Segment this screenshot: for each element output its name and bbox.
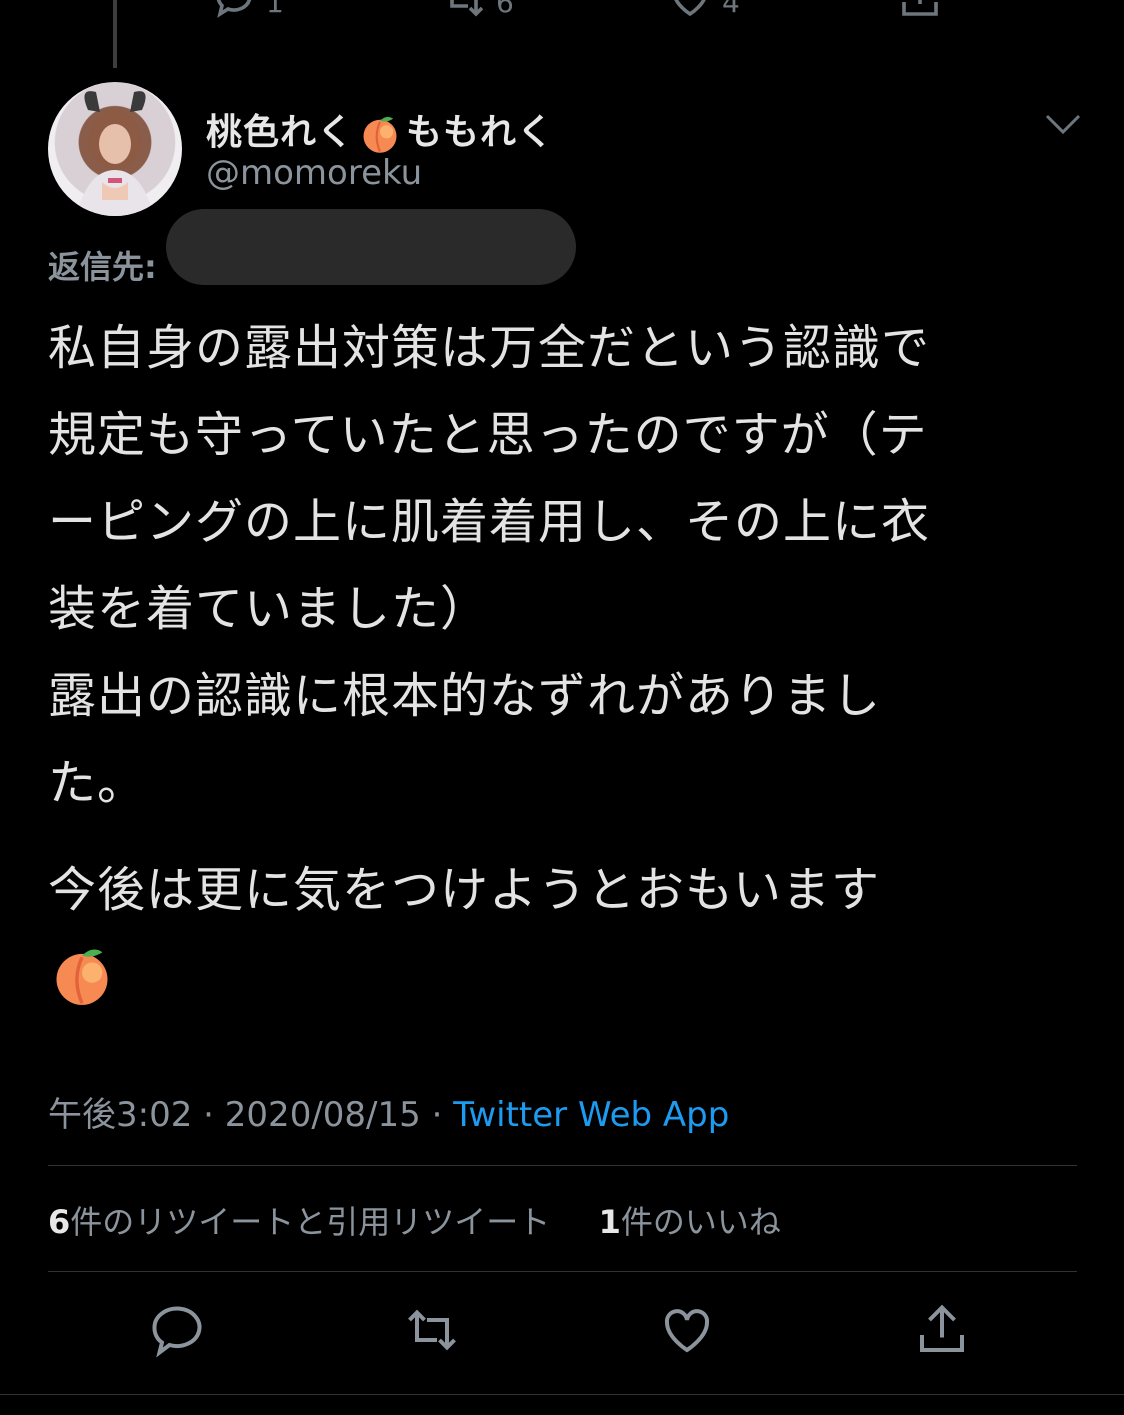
retweets-stat[interactable]: 6件のリツイートと引用リツイート — [48, 1203, 550, 1241]
tweet-paragraph-1: 私自身の露出対策は万全だという認識で 規定も守っていたと思ったのですが（テ ーピ… — [48, 305, 1078, 827]
tweet-stats: 6件のリツイートと引用リツイート 1件のいいね — [48, 1197, 781, 1243]
peach-emoji — [48, 934, 1078, 1021]
likes-stat[interactable]: 1件のいいね — [599, 1203, 781, 1241]
peach-emoji — [358, 112, 402, 156]
author-name[interactable]: 桃色れく ももれく — [206, 103, 554, 156]
reply-icon[interactable] — [147, 1300, 207, 1364]
divider — [0, 1394, 1124, 1395]
retweet-total: 6 — [48, 1203, 71, 1241]
avatar[interactable] — [48, 82, 182, 216]
display-name: 桃色れく — [206, 112, 355, 153]
divider — [48, 1271, 1077, 1272]
reply-to-label: 返信先: — [48, 248, 157, 286]
reply-icon[interactable] — [210, 0, 258, 26]
retweet-icon[interactable] — [440, 0, 488, 26]
tweet-line: 規定も守っていたと思ったのですが（テ — [48, 407, 928, 463]
like-total: 1 — [598, 1203, 621, 1241]
tweet-line: 私自身の露出対策は万全だという認識で — [48, 320, 931, 376]
tweet-paragraph-2: 今後は更に気をつけようとおもいます — [48, 847, 1078, 1021]
meta-separator: · — [203, 1095, 214, 1135]
display-name-suffix: ももれく — [406, 112, 555, 153]
retweet-count: 6 — [496, 0, 514, 19]
reply-count: 1 — [266, 0, 284, 19]
tweet-time: 午後3:02 — [48, 1095, 193, 1135]
retweet-icon[interactable] — [402, 1300, 462, 1364]
tweet-line: 装を着ていました） — [48, 581, 490, 637]
tweet-line: ーピングの上に肌着着用し、その上に衣 — [48, 494, 931, 550]
like-stat-label: 件のいいね — [620, 1203, 781, 1241]
tweet-text: 私自身の露出対策は万全だという認識で 規定も守っていたと思ったのですが（テ ーピ… — [48, 305, 1078, 1021]
like-count: 4 — [722, 0, 740, 19]
tweet-line: 露出の認識に根本的なずれがありまし — [48, 668, 882, 724]
meta-separator: · — [431, 1095, 443, 1135]
heart-icon[interactable] — [657, 1300, 717, 1364]
tweet-meta: 午後3:02 · 2020/08/15 · Twitter Web App — [48, 1087, 729, 1136]
tweet-date: 2020/08/15 — [224, 1095, 421, 1135]
thread-line — [113, 0, 117, 68]
share-icon[interactable] — [912, 1300, 972, 1364]
author-handle[interactable]: @momoreku — [206, 153, 422, 193]
chevron-down-icon[interactable] — [1044, 110, 1082, 142]
share-icon[interactable] — [896, 0, 944, 26]
redacted-reply-target — [166, 209, 576, 285]
source-app-link[interactable]: Twitter Web App — [453, 1095, 729, 1135]
tweet-line: 今後は更に気をつけようとおもいます — [48, 862, 881, 918]
heart-icon[interactable] — [666, 0, 714, 26]
tweet-line: た。 — [48, 755, 147, 811]
divider — [48, 1165, 1077, 1166]
retweet-stat-label: 件のリツイートと引用リツイート — [70, 1203, 551, 1241]
